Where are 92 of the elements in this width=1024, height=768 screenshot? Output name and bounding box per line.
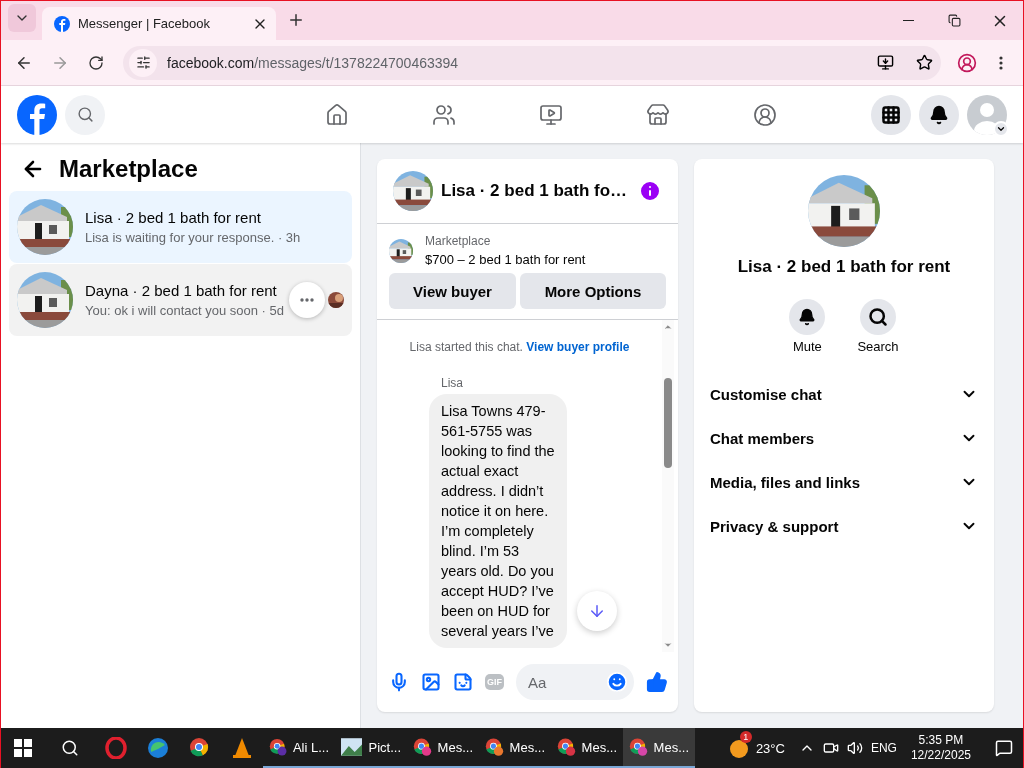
listing-source: Marketplace: [425, 234, 492, 248]
bookmark-icon[interactable]: [916, 54, 933, 71]
system-note: Lisa started this chat. View buyer profile: [408, 340, 631, 354]
scroll-up-icon[interactable]: [663, 322, 673, 332]
action-label: Search: [857, 339, 899, 354]
facebook-icon: [54, 15, 70, 32]
more-icon: [300, 298, 314, 302]
sticker-icon[interactable]: [453, 672, 473, 692]
browser-tab[interactable]: Messenger | Facebook: [42, 7, 276, 40]
like-icon[interactable]: [646, 671, 668, 693]
conversation-item[interactable]: Lisa · 2 bed 1 bath for rent Lisa is waiting for your response. · 3h: [9, 191, 352, 263]
people-icon: [431, 102, 456, 127]
menu-button[interactable]: [871, 94, 911, 135]
conversation-item[interactable]: Dayna · 2 bed 1 bath for rent You: ok i will contact you soon · 5d: [9, 264, 352, 336]
address-bar[interactable]: facebook.com/messages/t/1378224700463394: [123, 45, 941, 80]
tab-list-button[interactable]: [8, 4, 36, 32]
chrome-icon: [269, 736, 287, 758]
info-icon[interactable]: [638, 179, 662, 203]
profile-icon: [957, 52, 977, 73]
windows-icon: [14, 739, 32, 757]
search-icon: [61, 739, 79, 757]
home-icon: [324, 102, 349, 127]
chrome-icon: [629, 736, 648, 758]
edge-icon: [147, 737, 169, 759]
speech-bubble-icon: [995, 739, 1013, 757]
search-button[interactable]: [860, 299, 896, 335]
chrome-icon: [189, 737, 211, 759]
video-icon: [538, 102, 563, 127]
bell-icon: [929, 104, 949, 125]
scrollbar[interactable]: [662, 320, 674, 652]
scroll-down-button[interactable]: [577, 591, 617, 631]
mute-button[interactable]: [789, 299, 826, 335]
notifications-button[interactable]: [919, 94, 959, 135]
listing-title: $700 – 2 bed 1 bath for rent: [425, 252, 586, 267]
scroll-down-icon[interactable]: [663, 640, 673, 650]
notification-badge: 1: [739, 731, 752, 743]
landscape-icon: [341, 738, 363, 756]
minimize-icon: [902, 20, 914, 21]
action-button[interactable]: More Options: [519, 273, 666, 309]
conversation-preview: Lisa is waiting for your response. · 3h: [85, 230, 302, 245]
section-header[interactable]: Chat members: [702, 416, 986, 460]
chat-title: Lisa · 2 bed 1 bath fo…: [441, 181, 629, 201]
grid-icon: [881, 104, 901, 125]
facebook-logo[interactable]: [17, 94, 57, 135]
site-settings-button[interactable]: [129, 48, 157, 77]
section-header[interactable]: Media, files and links: [702, 460, 986, 504]
taskbar-app[interactable]: Ali L...: [263, 728, 335, 768]
install-icon[interactable]: [877, 54, 894, 71]
chrome-icon: [485, 736, 504, 758]
bell-icon: [798, 308, 817, 326]
taskbar-app[interactable]: Mes...: [407, 728, 479, 768]
conversation-name: Dayna · 2 bed 1 bath for rent: [85, 282, 278, 299]
message-bubble: Lisa Towns 479-561-5755 was looking to find the actual exact address. I didn’t notice it on here. I’m completely blind. I’m 53 years old. Do you accept HUD? I’ve been on HUD for several years I’ve: [429, 394, 567, 648]
camera-icon[interactable]: [822, 740, 839, 756]
conversation-preview: You: ok i will contact you soon · 5d: [85, 303, 285, 318]
search-icon: [76, 106, 94, 123]
weather-button[interactable]: 1 23°C: [721, 728, 791, 768]
sender-name: Lisa: [441, 376, 464, 390]
chrome-icon: [557, 736, 576, 758]
tab-title: Messenger | Facebook: [78, 16, 211, 31]
cone-icon: [231, 737, 253, 759]
profile-link[interactable]: View buyer profile: [526, 340, 630, 354]
scrollbar-thumb[interactable]: [664, 378, 672, 468]
message-field[interactable]: Aa: [516, 664, 634, 700]
clock[interactable]: 5:35 PM 12/22/2025: [904, 733, 977, 763]
taskbar-app[interactable]: Mes...: [479, 728, 551, 768]
conversation-name: Lisa · 2 bed 1 bath for rent: [85, 209, 262, 226]
image-icon[interactable]: [421, 672, 441, 692]
group-icon: [752, 102, 777, 127]
language-indicator[interactable]: ENG: [870, 741, 897, 755]
conversation-title: Lisa · 2 bed 1 bath for rent: [737, 257, 951, 277]
action-button[interactable]: View buyer: [389, 273, 516, 309]
restore-icon: [947, 14, 961, 27]
volume-icon[interactable]: [846, 740, 863, 756]
chrome-icon: [413, 736, 432, 758]
arrow-down-icon: [588, 602, 606, 620]
chevron-badge[interactable]: [993, 120, 1009, 137]
url-text: facebook.com/messages/t/1378224700463394: [167, 54, 460, 71]
emoji-icon[interactable]: [606, 671, 628, 693]
opera-icon: [105, 737, 127, 759]
store-icon: [645, 102, 670, 127]
microphone-icon[interactable]: [389, 672, 409, 692]
search-icon: [868, 307, 888, 327]
action-label: Mute: [792, 339, 822, 354]
panel-title: Marketplace: [59, 155, 198, 183]
section-header[interactable]: Privacy & support: [702, 504, 986, 548]
taskbar-app[interactable]: Mes...: [623, 728, 695, 768]
reload-icon: [88, 54, 104, 71]
sliders-icon: [135, 55, 151, 70]
taskbar-app[interactable]: Pict...: [335, 728, 407, 768]
section-header[interactable]: Customise chat: [702, 372, 986, 416]
more-icon: [999, 55, 1003, 70]
